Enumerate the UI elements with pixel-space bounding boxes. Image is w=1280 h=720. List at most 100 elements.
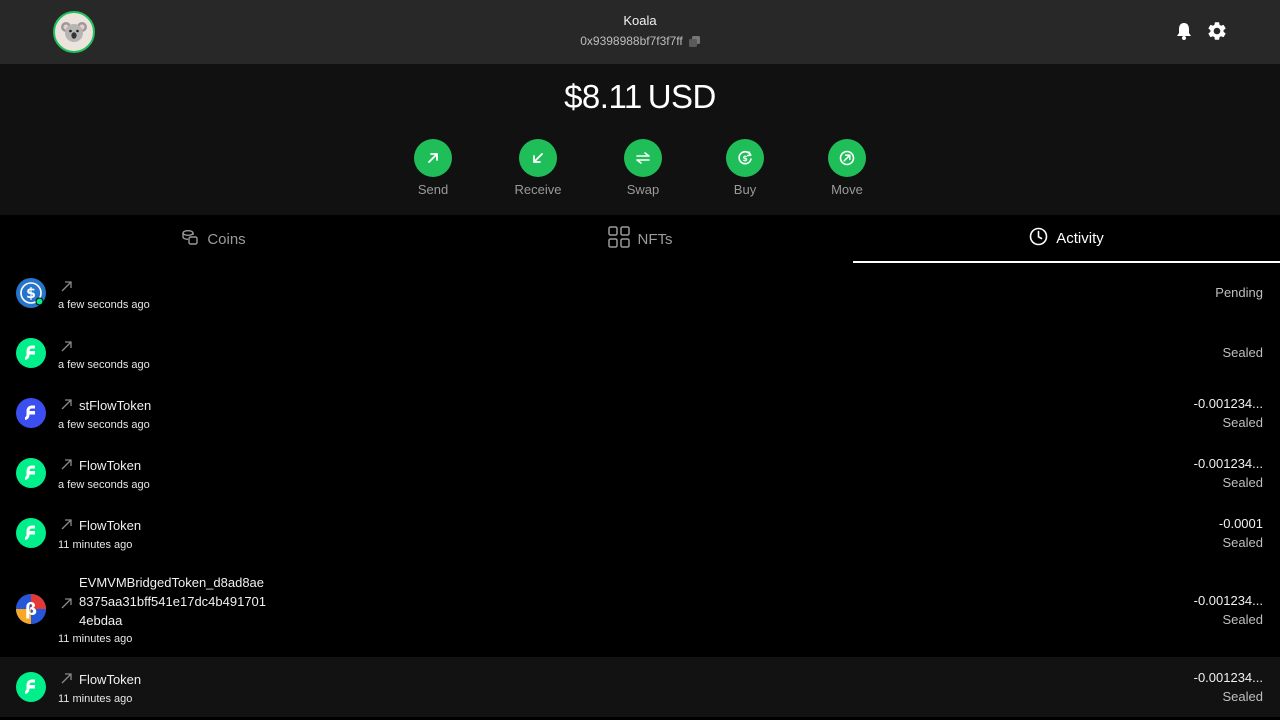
outgoing-arrow-icon [61,281,72,292]
move-label: Move [831,182,863,197]
buy-icon: $ [726,139,764,177]
svg-text:β: β [25,600,37,620]
activity-right: Sealed [1223,345,1263,361]
activity-status: Sealed [1222,475,1263,490]
outgoing-arrow-icon [61,459,72,470]
token-name: stFlowToken [79,398,152,413]
top-bar: Koala 0x9398988bf7f3f7ff [0,0,1280,64]
activity-status: Sealed [1222,612,1263,627]
activity-right: -0.001234... Sealed [1194,456,1263,491]
activity-row[interactable]: $ a few seconds ago Pending [0,263,1280,323]
activity-status: Sealed [1222,415,1263,430]
receive-button[interactable]: Receive [503,139,573,197]
outgoing-arrow-icon [61,399,72,410]
activity-time: a few seconds ago [58,299,150,311]
account-avatar[interactable] [53,11,95,53]
activity-title: EVMVMBridgedToken_d8ad8ae 8375aa31bff541… [60,573,266,630]
activity-amount: -0.001234... [1193,396,1263,411]
svg-text:$: $ [26,286,36,302]
activity-row[interactable]: FlowToken 11 minutes ago -0.0001 Sealed [0,503,1280,563]
activity-row[interactable]: a few seconds ago Sealed [0,323,1280,383]
coins-icon [181,228,199,250]
flow-icon [16,672,46,702]
activity-title: stFlowToken [60,396,151,415]
activity-title [60,278,79,293]
activity-amount: -0.0001 [1218,516,1263,531]
total-balance: $8.11 USD [0,78,1280,116]
arrow-down-left-icon [519,139,557,177]
stflow-icon [16,398,46,428]
activity-status: Sealed [1222,689,1263,704]
activity-row[interactable]: FlowToken a few seconds ago -0.001234...… [0,443,1280,503]
activity-time: a few seconds ago [58,479,150,491]
flow-icon [16,518,46,548]
activity-title: FlowToken [60,516,141,535]
activity-time: a few seconds ago [58,419,150,431]
activity-row[interactable]: FlowToken 11 minutes ago -0.001234... Se… [0,657,1280,717]
swap-icon [624,139,662,177]
gear-icon[interactable] [1206,20,1228,42]
koala-icon [61,22,87,42]
balance-amount: $8.11 [564,78,642,115]
arrow-up-right-icon [414,139,452,177]
tab-nfts[interactable]: NFTs [427,215,853,263]
beta-icon: β [16,594,46,624]
activity-row[interactable]: β EVMVMBridgedToken_d8ad8ae 8375aa31bff5… [0,563,1280,657]
activity-title: FlowToken [60,456,141,475]
account-address[interactable]: 0x9398988bf7f3f7ff [580,33,683,49]
move-icon [828,139,866,177]
activity-time: a few seconds ago [58,359,150,371]
grid-icon [607,226,630,252]
buy-button[interactable]: $ Buy [710,139,780,197]
usdc-icon: $ [16,278,46,308]
activity-amount: -0.001234... [1193,670,1263,685]
activity-right: Pending [1215,285,1263,301]
activity-right: -0.0001 Sealed [1219,516,1263,551]
activity-time: 11 minutes ago [58,633,133,645]
tab-activity-label: Activity [1056,229,1104,247]
outgoing-arrow-icon [61,598,72,609]
account-address-row: 0x9398988bf7f3f7ff [440,33,840,49]
token-name: FlowToken [79,672,142,687]
svg-text:$: $ [742,154,748,163]
activity-amount: -0.001234... [1193,456,1263,471]
account-name: Koala [623,13,657,28]
bell-icon[interactable] [1173,20,1195,42]
activity-status: Sealed [1222,535,1263,550]
receive-label: Receive [514,182,562,197]
flow-icon [16,338,46,368]
outgoing-arrow-icon [61,673,72,684]
tab-coins[interactable]: Coins [0,215,427,263]
activity-right: -0.001234... Sealed [1194,670,1263,705]
tab-nfts-label: NFTs [637,230,673,248]
token-name: FlowToken [79,458,142,473]
send-button[interactable]: Send [398,139,468,197]
activity-title [60,338,79,353]
activity-row[interactable]: stFlowToken a few seconds ago -0.001234.… [0,383,1280,443]
clock-icon [1029,227,1048,250]
activity-right: -0.001234... Sealed [1194,396,1263,431]
outgoing-arrow-icon [61,341,72,352]
outgoing-arrow-icon [61,519,72,530]
activity-time: 11 minutes ago [58,693,133,705]
send-label: Send [417,182,449,197]
balance-currency: USD [647,78,717,115]
copy-icon[interactable] [688,35,700,47]
token-name: EVMVMBridgedToken_d8ad8ae 8375aa31bff541… [79,575,267,628]
swap-label: Swap [626,182,660,197]
activity-status: Sealed [1222,345,1263,360]
account-info: Koala 0x9398988bf7f3f7ff [440,13,840,49]
balance-panel: $8.11 USD Send Receive Swap $ Buy Move [0,64,1280,215]
activity-time: 11 minutes ago [58,539,133,551]
flow-icon [16,458,46,488]
activity-status: Pending [1215,285,1263,300]
tab-activity[interactable]: Activity [853,215,1280,263]
activity-amount: -0.001234... [1193,593,1263,608]
activity-right: -0.001234... Sealed [1194,593,1263,628]
token-name: FlowToken [79,518,142,533]
tab-bar: Coins NFTs Activity [0,215,1280,263]
tab-coins-label: Coins [207,230,246,248]
activity-title: FlowToken [60,670,141,689]
move-button[interactable]: Move [812,139,882,197]
swap-button[interactable]: Swap [608,139,678,197]
